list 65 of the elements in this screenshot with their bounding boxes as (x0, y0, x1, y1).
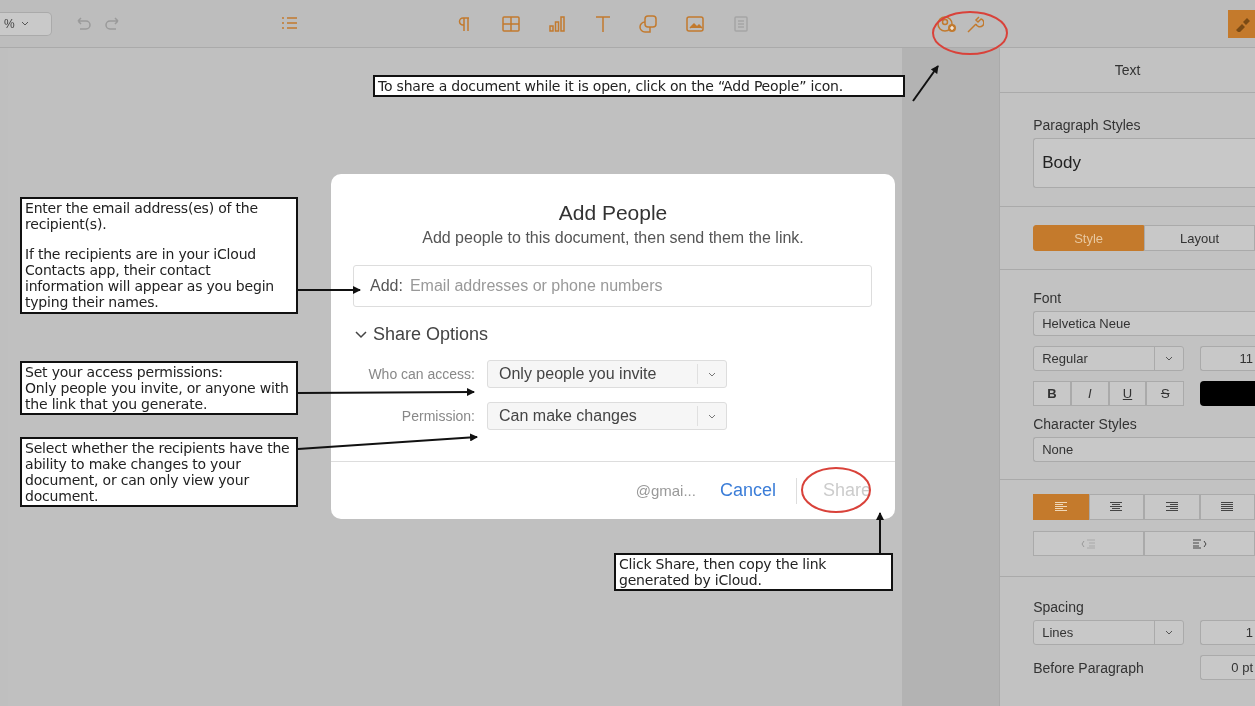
format-button[interactable]: B (1033, 381, 1071, 406)
cancel-button[interactable]: Cancel (719, 480, 776, 501)
dialog-subtitle: Add people to this document, then send them the link. (422, 229, 804, 247)
caret-icon (1165, 356, 1174, 361)
section-label: Spacing (1033, 599, 1085, 615)
callout-note: Click Share, then copy the link generated by iCloud. (614, 553, 893, 592)
caret-icon (20, 21, 29, 26)
table-icon[interactable] (501, 13, 521, 34)
section-label: Font (1033, 290, 1063, 306)
caret-icon (1165, 630, 1174, 635)
align-button[interactable] (1088, 494, 1145, 520)
align-right-icon (1164, 501, 1179, 513)
align-center-icon (1109, 501, 1124, 513)
character-style-menu[interactable]: None (1033, 437, 1255, 462)
callout-note: To share a document while it is open, click on the “Add People” icon. (373, 75, 905, 98)
align-button[interactable] (1144, 494, 1200, 520)
indent-icon (1191, 538, 1208, 549)
option-label: Permission: (400, 408, 475, 424)
typeface-menu[interactable]: Regular (1033, 346, 1185, 371)
option-label: Who can access: (367, 366, 475, 382)
outdent-icon (1080, 538, 1097, 549)
paragraph-style-menu[interactable]: Body (1033, 138, 1255, 188)
callout-note: Enter the email address(es) of the recipient(s). If the recipients are in your iCloud Contacts app, their contact information will appear as you begin typing their names. (20, 197, 298, 314)
font-size-field[interactable]: 11 (1200, 346, 1255, 371)
format-button[interactable]: U (1108, 381, 1147, 406)
format-button[interactable]: I (1070, 381, 1109, 406)
align-left-icon (1053, 501, 1068, 513)
sidebar-title: Text (1114, 62, 1141, 78)
indent-button[interactable] (1144, 531, 1255, 556)
share-options-toggle[interactable]: Share Options (355, 324, 489, 345)
field-label: Before Paragraph (1033, 659, 1144, 676)
spacing-field[interactable]: 1 (1200, 620, 1255, 645)
section-label: Character Styles (1033, 416, 1138, 432)
option-menu[interactable]: Only people you invite (487, 360, 727, 388)
arrow (297, 286, 361, 294)
format-button[interactable]: S (1146, 381, 1185, 406)
caret-icon (708, 413, 716, 419)
callout-note: Set your access permissions: Only people you invite, or anyone with the link that you generate. (20, 361, 298, 416)
account-label: @gmai... (635, 482, 696, 499)
sidebar-tab[interactable]: Layout (1144, 225, 1255, 251)
highlight-ring (801, 467, 871, 513)
add-person-icon[interactable] (936, 13, 958, 34)
shape-icon[interactable] (639, 13, 659, 34)
align-justify-icon (1220, 501, 1235, 513)
arrow (876, 512, 884, 554)
add-people-field[interactable]: Add: Email addresses or phone numbers (353, 265, 872, 307)
option-menu[interactable]: Can make changes (487, 402, 727, 430)
text-icon[interactable] (593, 13, 613, 34)
section-label: Paragraph Styles (1033, 117, 1142, 133)
chevron-icon (355, 330, 367, 339)
media-icon[interactable] (685, 13, 705, 34)
align-button[interactable] (1033, 494, 1089, 520)
format-button[interactable] (1228, 9, 1255, 38)
font-family-menu[interactable]: Helvetica Neue (1033, 311, 1255, 336)
zoom-menu[interactable]: % (0, 11, 52, 36)
caret-icon (708, 371, 716, 377)
chart-icon[interactable] (547, 13, 567, 34)
dialog-title: Add People (558, 201, 668, 225)
arrow (912, 65, 939, 102)
align-button[interactable] (1199, 494, 1255, 520)
callout-note: Select whether the recipients have the ability to make changes to your document, or can only view your document. (20, 437, 298, 508)
color-well[interactable] (1200, 381, 1255, 406)
comment-icon[interactable] (731, 13, 751, 34)
before-paragraph-field[interactable]: 0 pt (1200, 655, 1255, 680)
spacing-menu[interactable]: Lines (1033, 620, 1185, 645)
